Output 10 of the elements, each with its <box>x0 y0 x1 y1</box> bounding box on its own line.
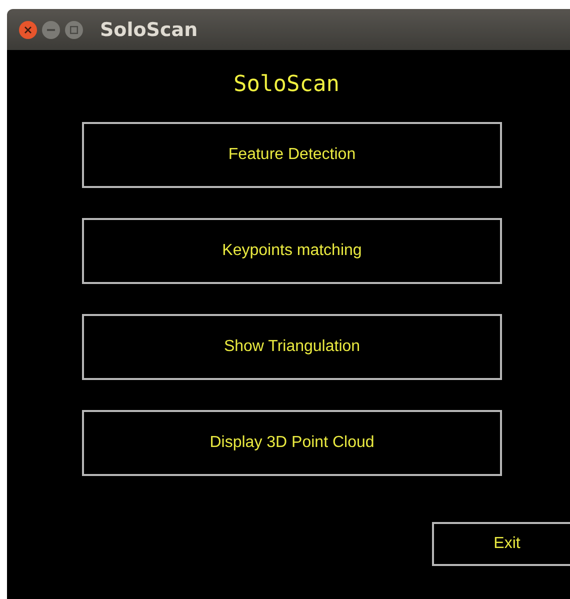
menu-button[interactable]: Show Triangulation <box>82 314 502 380</box>
app-heading: SoloScan <box>234 72 340 97</box>
window-title: SoloScan <box>100 18 198 40</box>
maximize-icon[interactable] <box>65 20 83 38</box>
menu-button[interactable]: Display 3D Point Cloud <box>82 410 502 476</box>
menu-button[interactable]: Keypoints matching <box>82 218 502 284</box>
close-icon[interactable] <box>19 20 37 38</box>
minimize-icon[interactable] <box>42 20 60 38</box>
menu-button[interactable]: Feature Detection <box>82 122 502 188</box>
exit-button[interactable]: Exit <box>432 522 570 566</box>
